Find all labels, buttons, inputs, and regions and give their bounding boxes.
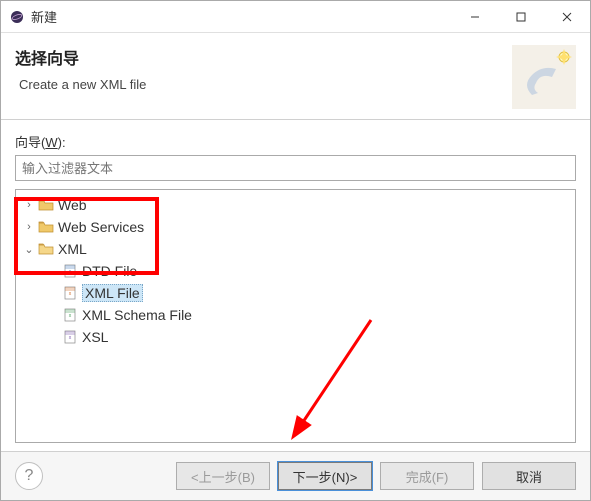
folder-icon	[38, 198, 54, 212]
dialog-window: 新建 选择向导 Create a new XML file 向导(W): › We…	[0, 0, 591, 501]
expand-toggle-icon[interactable]: ›	[22, 221, 36, 233]
help-button[interactable]: ?	[15, 462, 43, 490]
file-icon: x	[62, 308, 78, 322]
tree-item-label: XML File	[82, 284, 143, 302]
wizard-label: 向导(W):	[15, 132, 576, 151]
tree-item-label: XSL	[82, 329, 108, 345]
file-icon: x	[62, 330, 78, 344]
folder-icon	[38, 242, 54, 256]
dialog-footer: ? <上一步(B) 下一步(N)> 完成(F) 取消	[1, 451, 590, 500]
file-icon: x	[62, 264, 78, 278]
minimize-button[interactable]	[452, 2, 498, 32]
tree-item-label: Web	[58, 197, 87, 213]
tree-file[interactable]: x XML Schema File	[16, 304, 575, 326]
tree-file[interactable]: x XML File	[16, 282, 575, 304]
folder-icon	[38, 220, 54, 234]
eclipse-icon	[9, 9, 25, 25]
window-controls	[452, 2, 590, 32]
maximize-button[interactable]	[498, 2, 544, 32]
next-button[interactable]: 下一步(N)>	[278, 462, 372, 490]
file-icon: x	[62, 286, 78, 300]
tree-item-label: Web Services	[58, 219, 144, 235]
tree-folder[interactable]: › Web Services	[16, 216, 575, 238]
window-title: 新建	[31, 7, 452, 26]
tree-folder[interactable]: ⌄ XML	[16, 238, 575, 260]
tree-file[interactable]: x DTD File	[16, 260, 575, 282]
dialog-content: 向导(W): › Web › Web Services ⌄ XML x DTD File x XM…	[1, 120, 590, 451]
expand-toggle-icon[interactable]: ⌄	[22, 243, 36, 256]
tree-item-label: XML Schema File	[82, 307, 192, 323]
header-subtitle: Create a new XML file	[19, 77, 512, 92]
header-text: 选择向导 Create a new XML file	[15, 45, 512, 92]
back-button[interactable]: <上一步(B)	[176, 462, 270, 490]
tree-folder[interactable]: › Web	[16, 194, 575, 216]
filter-input[interactable]	[15, 155, 576, 181]
tree-item-label: XML	[58, 241, 87, 257]
wizard-tree[interactable]: ›Web›Web Services⌄XMLxDTD FilexXML Filex…	[15, 189, 576, 443]
tree-item-label: DTD File	[82, 263, 137, 279]
tree-file[interactable]: x XSL	[16, 326, 575, 348]
titlebar: 新建	[1, 1, 590, 33]
dialog-header: 选择向导 Create a new XML file	[1, 33, 590, 120]
expand-toggle-icon[interactable]: ›	[22, 199, 36, 211]
close-button[interactable]	[544, 2, 590, 32]
header-title: 选择向导	[15, 45, 512, 69]
cancel-button[interactable]: 取消	[482, 462, 576, 490]
wizard-banner-icon	[512, 45, 576, 109]
finish-button[interactable]: 完成(F)	[380, 462, 474, 490]
